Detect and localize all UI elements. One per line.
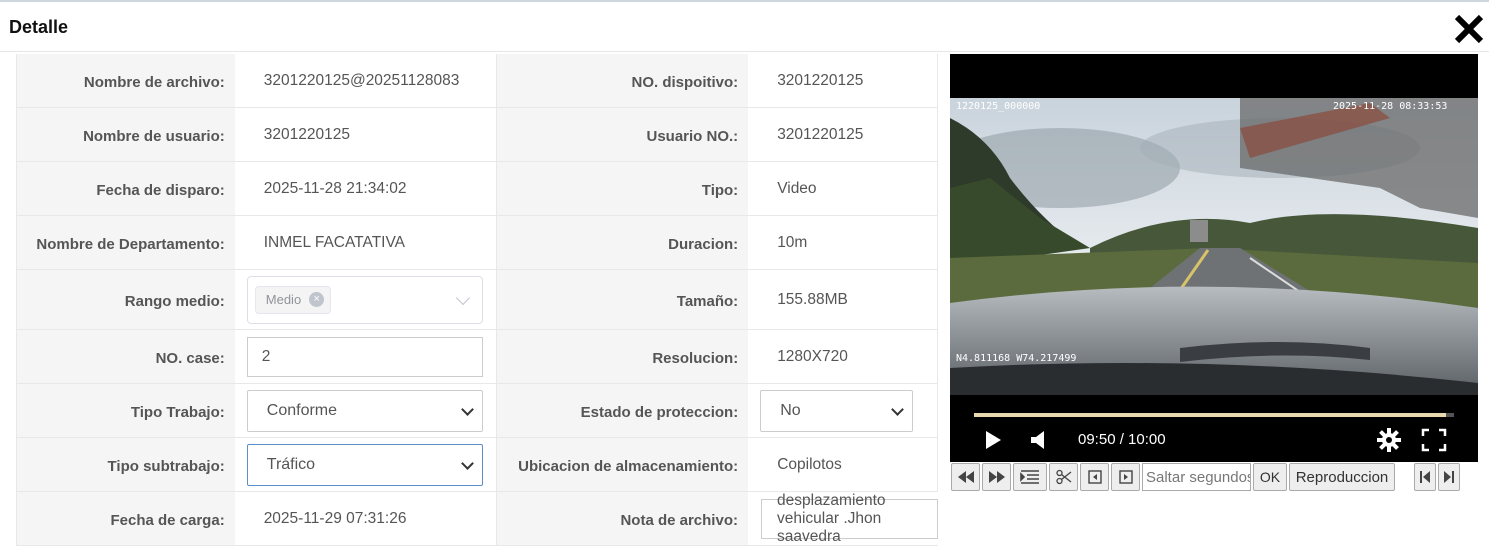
size-value: 155.88MB [748, 270, 938, 329]
field-label: Tipo Trabajo: [17, 384, 235, 437]
dialog-header: Detalle [0, 2, 1489, 52]
tag-remove-icon[interactable]: × [309, 292, 325, 307]
skip-start-icon [1420, 471, 1430, 483]
detail-grid: Nombre de archivo: 3201220125@2025112808… [16, 54, 938, 546]
field-label: NO. case: [17, 330, 235, 383]
osd-top-left: 1220125_000000 [956, 101, 1040, 112]
file-note-cell: desplazamiento vehicular .Jhon saavedra [747, 492, 938, 545]
field-label: NO. dispoitivo: [497, 54, 749, 107]
detail-row: Nombre de usuario: 3201220125 Usuario NO… [17, 108, 938, 162]
trigger-date-value: 2025-11-28 21:34:02 [234, 162, 498, 215]
upload-date-value: 2025-11-29 07:31:26 [234, 492, 498, 545]
chevron-down-icon [460, 456, 474, 470]
dialog-title: Detalle [9, 17, 69, 37]
media-range-select[interactable]: Medio × [246, 275, 483, 324]
file-name-value: 3201220125@20251128083 [234, 54, 498, 107]
video-player[interactable]: 1220125_000000 2025-11-28 08:33:53 N4.81… [950, 54, 1478, 462]
file-note-input[interactable]: desplazamiento vehicular .Jhon saavedra [760, 492, 938, 545]
field-label: Nombre de usuario: [17, 108, 235, 161]
field-label: Estado de proteccion: [497, 384, 749, 437]
playback-button[interactable]: Reproduccion [1289, 463, 1395, 491]
case-no-cell: 2 [234, 330, 498, 383]
frame-back-button[interactable] [1080, 463, 1109, 491]
protection-selected: No [780, 401, 801, 419]
field-label: Nombre de Departamento: [17, 216, 235, 269]
fast-forward-icon [988, 471, 1005, 483]
play-icon[interactable] [984, 430, 1002, 450]
subwork-type-cell: Tráfico [234, 438, 498, 491]
field-label: Tamaño: [497, 270, 749, 329]
detail-row: Fecha de disparo: 2025-11-28 21:34:02 Ti… [17, 162, 938, 216]
device-no-value: 3201220125 [748, 54, 938, 107]
close-icon[interactable] [1452, 12, 1486, 46]
file-name-text: 3201220125@20251128083 [263, 71, 460, 89]
skip-end-button[interactable] [1438, 463, 1460, 491]
osd-gps: N4.811168 W74.217499 [956, 353, 1076, 364]
detail-row: NO. case: 2 Resolucion: 1280X720 [17, 330, 938, 384]
fullscreen-icon[interactable] [1421, 428, 1447, 452]
list-button[interactable] [1013, 463, 1047, 491]
user-no-value: 3201220125 [748, 108, 938, 161]
duration-value: 10m [748, 216, 938, 269]
detail-row: Tipo Trabajo: Conforme Estado de protecc… [17, 384, 938, 438]
fast-forward-button[interactable] [982, 463, 1011, 491]
frame-forward-button[interactable] [1111, 463, 1140, 491]
detail-row: Nombre de archivo: 3201220125@2025112808… [17, 54, 938, 108]
protection-cell: No [748, 384, 938, 437]
skip-start-button[interactable] [1414, 463, 1436, 491]
video-progress-fill [974, 413, 1446, 417]
field-label: Tipo: [497, 162, 749, 215]
scissors-icon [1055, 469, 1071, 485]
chevron-down-icon [455, 290, 470, 305]
work-type-selected: Conforme [266, 401, 338, 419]
department-value: INMEL FACATATIVA [234, 216, 498, 269]
video-frame: 1220125_000000 2025-11-28 08:33:53 N4.81… [950, 98, 1478, 395]
detail-row: Tipo subtrabajo: Tráfico Ubicacion de al… [17, 438, 938, 492]
settings-icon[interactable] [1377, 428, 1401, 452]
resolution-value: 1280X720 [748, 330, 938, 383]
skip-end-icon [1444, 471, 1454, 483]
user-name-value: 3201220125 [234, 108, 498, 161]
field-label: Nombre de archivo: [17, 54, 235, 107]
field-label: Resolucion: [497, 330, 749, 383]
video-time-display: 09:50 / 10:00 [1078, 431, 1166, 448]
work-type-select[interactable]: Conforme [246, 389, 483, 432]
detail-row: Fecha de carga: 2025-11-29 07:31:26 Nota… [17, 492, 938, 546]
work-type-cell: Conforme [234, 384, 498, 437]
osd-top-right: 2025-11-28 08:33:53 [1333, 101, 1447, 112]
storage-location-value: Copilotos [748, 438, 938, 491]
protection-select[interactable]: No [760, 389, 914, 432]
cut-button[interactable] [1049, 463, 1078, 491]
field-label: Usuario NO.: [497, 108, 749, 161]
volume-icon[interactable] [1030, 430, 1046, 450]
frame-back-icon [1087, 470, 1102, 484]
field-label: Fecha de disparo: [17, 162, 235, 215]
field-label: Rango medio: [17, 270, 235, 329]
detail-row: Rango medio: Medio × Tamaño: 155.88MB [17, 270, 938, 330]
media-range-tag: Medio × [254, 285, 332, 314]
chevron-down-icon [891, 402, 905, 416]
video-progress-bar[interactable] [974, 413, 1454, 417]
detail-row: Nombre de Departamento: INMEL FACATATIVA… [17, 216, 938, 270]
video-toolbar: Saltar segundos OK Reproduccion [950, 462, 1478, 492]
subwork-type-selected: Tráfico [266, 455, 316, 473]
field-label: Duracion: [497, 216, 749, 269]
media-range-tag-label: Medio [265, 292, 302, 307]
ok-button[interactable]: OK [1253, 463, 1287, 491]
rewind-icon [957, 471, 974, 483]
field-label: Fecha de carga: [17, 492, 235, 545]
subwork-type-select[interactable]: Tráfico [246, 443, 483, 486]
field-label: Nota de archivo: [497, 492, 748, 545]
field-label: Ubicacion de almacenamiento: [497, 438, 749, 491]
frame-forward-icon [1118, 470, 1133, 484]
jump-seconds-input[interactable]: Saltar segundos [1142, 463, 1251, 491]
type-value: Video [748, 162, 938, 215]
media-range-cell: Medio × [234, 270, 498, 329]
case-no-input[interactable]: 2 [246, 336, 483, 377]
chevron-down-icon [460, 402, 474, 416]
rewind-button[interactable] [951, 463, 980, 491]
list-icon [1020, 470, 1039, 484]
field-label: Tipo subtrabajo: [17, 438, 235, 491]
